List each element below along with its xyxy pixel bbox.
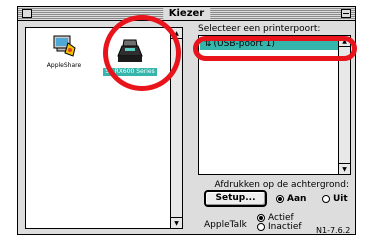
scroll-down-icon[interactable]: ▼ bbox=[171, 217, 182, 228]
device-appleshare[interactable]: AppleShare bbox=[40, 34, 88, 70]
device-list: AppleShare SP RX600 Series bbox=[26, 28, 171, 228]
radio-inactief[interactable]: Inactief bbox=[257, 222, 302, 232]
port-item-usb[interactable]: ⇅ (USB-poort 1) bbox=[200, 38, 338, 50]
port-list-scrollbar[interactable]: ▲ ▼ bbox=[338, 36, 350, 174]
appletalk-label: AppleTalk bbox=[204, 220, 247, 230]
device-label: SP RX600 Series bbox=[103, 68, 157, 76]
appleshare-icon bbox=[53, 35, 76, 57]
radio-unselected-icon[interactable] bbox=[322, 195, 330, 203]
radio-label: Inactief bbox=[268, 222, 302, 232]
background-printing-label: Afdrukken op de achtergrond: bbox=[214, 180, 349, 190]
port-label: (USB-poort 1) bbox=[213, 39, 275, 49]
collapse-box-icon[interactable] bbox=[341, 9, 351, 18]
radio-unselected-icon[interactable] bbox=[257, 223, 265, 231]
printer-icon bbox=[117, 39, 143, 62]
close-box-icon[interactable] bbox=[22, 9, 32, 18]
device-list-pane: AppleShare SP RX600 Series ▲ ▼ bbox=[25, 27, 183, 229]
setup-button[interactable]: Setup... bbox=[204, 190, 267, 207]
radio-label: Uit bbox=[333, 194, 348, 204]
scroll-up-icon[interactable]: ▲ bbox=[339, 36, 350, 47]
radio-label: Aan bbox=[287, 194, 307, 204]
usb-icon: ⇅ bbox=[204, 39, 212, 49]
radio-aan[interactable]: Aan bbox=[276, 194, 306, 204]
radio-selected-icon[interactable] bbox=[257, 214, 265, 222]
device-sp-rx600[interactable]: SP RX600 Series bbox=[94, 38, 166, 76]
port-heading: Selecteer een printerpoort: bbox=[198, 24, 321, 34]
scroll-down-icon[interactable]: ▼ bbox=[339, 163, 350, 174]
device-list-scrollbar[interactable]: ▲ ▼ bbox=[170, 28, 182, 228]
scroll-up-icon[interactable]: ▲ bbox=[171, 28, 182, 39]
window-title: Kiezer bbox=[162, 7, 211, 20]
port-list-pane: ⇅ (USB-poort 1) ▲ ▼ bbox=[198, 35, 351, 175]
title-bar[interactable]: Kiezer bbox=[18, 7, 355, 21]
radio-selected-icon[interactable] bbox=[276, 195, 284, 203]
radio-uit[interactable]: Uit bbox=[322, 194, 348, 204]
version-label: N1-7.6.2 bbox=[316, 226, 351, 235]
device-label: AppleShare bbox=[46, 62, 82, 69]
chooser-window: Kiezer AppleShare SP RX600 Series ▲ ▼ Se… bbox=[17, 6, 356, 235]
